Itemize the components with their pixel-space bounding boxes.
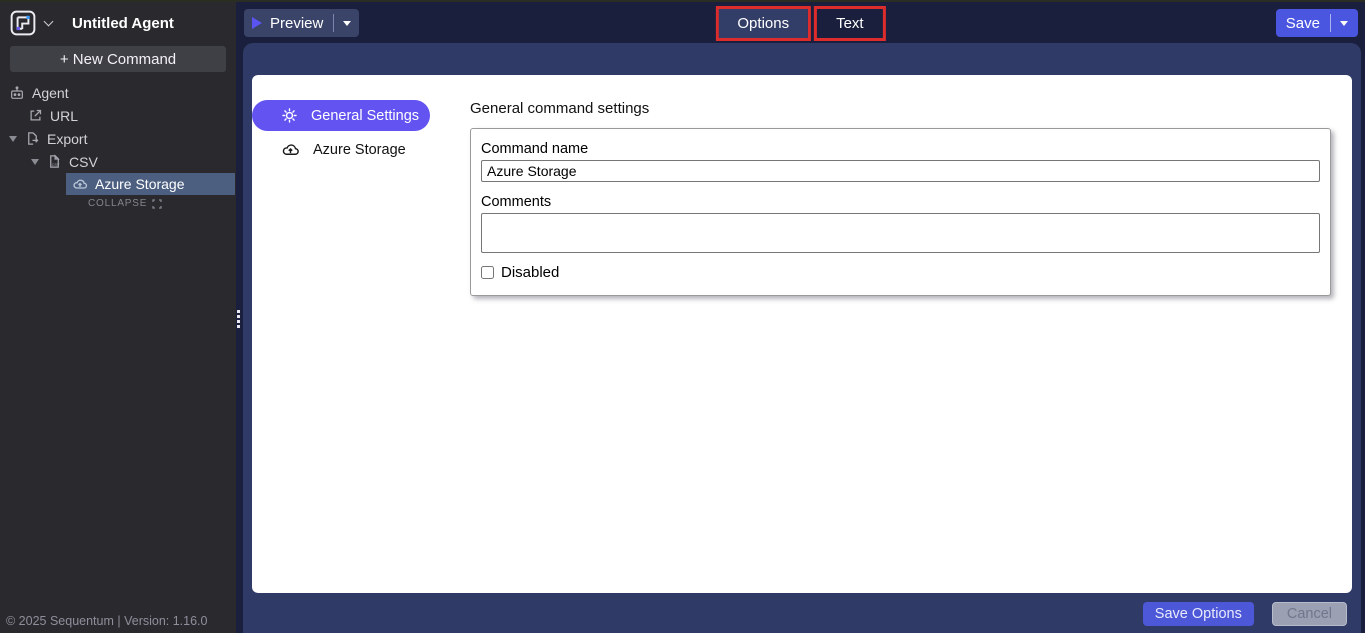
- preview-button[interactable]: Preview: [244, 9, 359, 37]
- disabled-checkbox-row: Disabled: [481, 264, 1320, 281]
- view-tabs: Options Text: [715, 6, 885, 41]
- settings-nav-azure-storage[interactable]: Azure Storage: [252, 134, 430, 165]
- save-label: Save: [1286, 15, 1320, 32]
- robot-icon: [9, 85, 25, 101]
- preview-dropdown-chevron-down-icon[interactable]: [343, 21, 351, 26]
- form-heading: General command settings: [470, 100, 1331, 117]
- agent-title: Untitled Agent: [72, 15, 174, 32]
- version-footer: © 2025 Sequentum | Version: 1.16.0: [6, 614, 207, 628]
- svg-text:CSV: CSV: [52, 163, 60, 167]
- command-name-label: Command name: [481, 141, 1320, 157]
- comments-label: Comments: [481, 194, 1320, 210]
- save-options-button[interactable]: Save Options: [1143, 602, 1254, 626]
- general-settings-groupbox: Command name Comments Disabled: [470, 128, 1331, 296]
- cancel-button[interactable]: Cancel: [1272, 602, 1347, 626]
- save-button[interactable]: Save: [1276, 9, 1358, 37]
- tree-item-label: Agent: [32, 85, 69, 101]
- button-divider: [1330, 14, 1331, 32]
- tab-options[interactable]: Options: [718, 9, 808, 38]
- gear-icon: [281, 107, 298, 124]
- tree-collapse-toggle[interactable]: COLLAPSE: [88, 198, 236, 209]
- settings-form: General command settings Command name Co…: [470, 75, 1352, 593]
- settings-nav: General Settings Azure Storage: [252, 75, 470, 593]
- settings-nav-general[interactable]: General Settings: [252, 100, 430, 131]
- tree-item-azure-storage-selected[interactable]: Azure Storage: [66, 173, 235, 195]
- agent-menu-chevron-down-icon[interactable]: [44, 16, 54, 26]
- disabled-checkbox[interactable]: [481, 266, 494, 279]
- external-link-icon: [28, 108, 43, 123]
- file-export-icon: [25, 131, 40, 146]
- sequentum-logo-icon[interactable]: [10, 10, 36, 36]
- tree-item-label: Export: [47, 131, 87, 147]
- tree-item-csv[interactable]: CSV CSV: [0, 150, 236, 173]
- settings-nav-label: General Settings: [311, 108, 419, 124]
- tree-item-export[interactable]: Export: [0, 127, 236, 150]
- footer-actions: Save Options Cancel: [1143, 602, 1347, 626]
- collapse-arrow-icon[interactable]: [9, 136, 17, 142]
- cloud-upload-icon: [281, 140, 300, 159]
- command-name-input[interactable]: [481, 160, 1320, 182]
- tree-item-label: Azure Storage: [95, 176, 185, 192]
- collapse-arrow-icon[interactable]: [31, 159, 39, 165]
- sidebar-resize-handle[interactable]: [237, 310, 240, 328]
- new-command-button[interactable]: + New Command: [10, 46, 226, 72]
- collapse-label: COLLAPSE: [88, 198, 147, 209]
- window-top-edge: [0, 0, 1365, 2]
- cloud-upload-icon: [72, 176, 88, 192]
- annotation-box-text: Text: [814, 6, 886, 41]
- settings-nav-label: Azure Storage: [313, 142, 406, 158]
- disabled-label: Disabled: [501, 264, 559, 281]
- topbar: Preview Options Text Save: [236, 2, 1365, 43]
- content-wrapper: General Settings Azure Storage General c…: [243, 43, 1361, 633]
- save-dropdown-chevron-down-icon[interactable]: [1340, 21, 1348, 26]
- annotation-box-options: Options: [715, 6, 811, 41]
- collapse-corners-icon: [152, 199, 162, 209]
- tree-item-agent[interactable]: Agent: [0, 81, 236, 104]
- settings-panel: General Settings Azure Storage General c…: [252, 75, 1352, 593]
- tree-item-label: URL: [50, 108, 78, 124]
- tree-item-url[interactable]: URL: [0, 104, 236, 127]
- play-icon: [252, 17, 262, 29]
- file-csv-icon: CSV: [47, 154, 62, 169]
- button-divider: [333, 14, 334, 32]
- tree-item-label: CSV: [69, 154, 98, 170]
- sidebar-header: Untitled Agent: [0, 2, 236, 42]
- tab-text[interactable]: Text: [817, 9, 883, 38]
- main-region: Preview Options Text Save: [236, 2, 1365, 633]
- command-tree: Agent URL Export CSV: [0, 81, 236, 209]
- sidebar: Untitled Agent + New Command Agent URL: [0, 2, 236, 633]
- comments-textarea[interactable]: [481, 213, 1320, 253]
- preview-label: Preview: [270, 15, 323, 32]
